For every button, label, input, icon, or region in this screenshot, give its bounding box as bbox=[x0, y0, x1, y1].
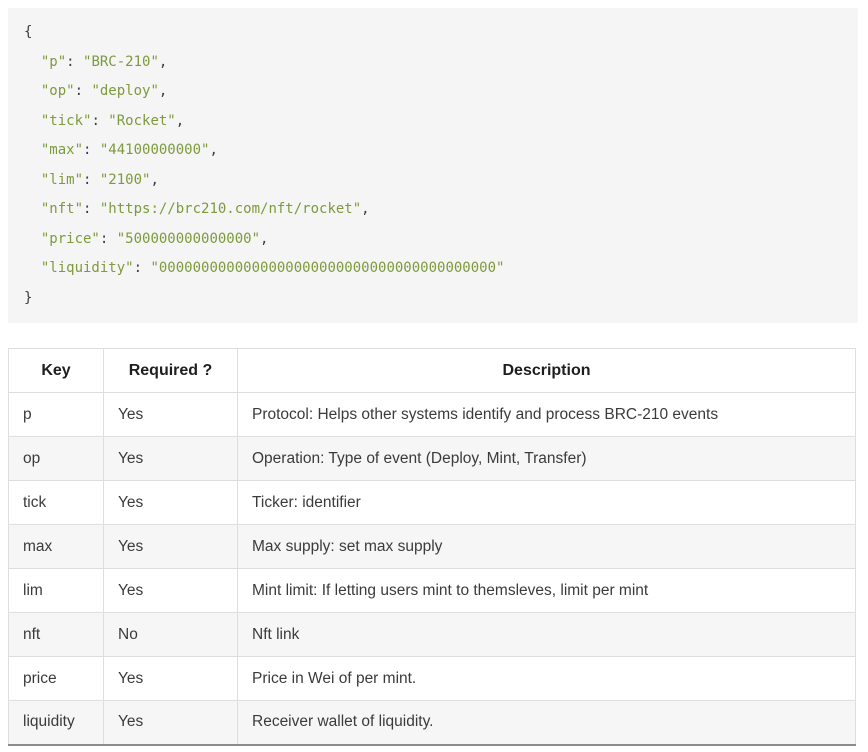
key-cell: max bbox=[9, 525, 104, 569]
key-cell: lim bbox=[9, 569, 104, 613]
description-cell: Receiver wallet of liquidity. bbox=[238, 701, 856, 745]
json-colon: : bbox=[75, 83, 92, 99]
key-cell: price bbox=[9, 657, 104, 701]
json-line-lim: "lim": "2100", bbox=[24, 172, 159, 188]
json-code-block: { "p": "BRC-210", "op": "deploy", "tick"… bbox=[8, 8, 858, 323]
required-cell: No bbox=[104, 613, 238, 657]
key-cell: p bbox=[9, 393, 104, 437]
key-cell: op bbox=[9, 437, 104, 481]
json-value: "44100000000" bbox=[100, 142, 210, 158]
json-line-op: "op": "deploy", bbox=[24, 83, 167, 99]
json-key: "max" bbox=[41, 142, 83, 158]
json-colon: : bbox=[83, 201, 100, 217]
json-colon: : bbox=[83, 172, 100, 188]
table-row-op: opYesOperation: Type of event (Deploy, M… bbox=[9, 437, 856, 481]
table-row-lim: limYesMint limit: If letting users mint … bbox=[9, 569, 856, 613]
json-code-lines: "p": "BRC-210", "op": "deploy", "tick": … bbox=[24, 54, 504, 277]
json-line-p: "p": "BRC-210", bbox=[24, 54, 167, 70]
header-cell-key: Key bbox=[9, 349, 104, 393]
table-row-price: priceYesPrice in Wei of per mint. bbox=[9, 657, 856, 701]
description-cell: Operation: Type of event (Deploy, Mint, … bbox=[238, 437, 856, 481]
fields-table-head: Key Required ? Description bbox=[9, 349, 856, 393]
json-line-max: "max": "44100000000", bbox=[24, 142, 218, 158]
json-comma: , bbox=[176, 113, 184, 129]
json-value: "Rocket" bbox=[108, 113, 175, 129]
json-comma: , bbox=[159, 54, 167, 70]
description-cell: Price in Wei of per mint. bbox=[238, 657, 856, 701]
required-cell: Yes bbox=[104, 657, 238, 701]
key-cell: nft bbox=[9, 613, 104, 657]
description-cell: Max supply: set max supply bbox=[238, 525, 856, 569]
header-cell-required: Required ? bbox=[104, 349, 238, 393]
required-cell: Yes bbox=[104, 701, 238, 745]
table-row-max: maxYesMax supply: set max supply bbox=[9, 525, 856, 569]
json-key: "nft" bbox=[41, 201, 83, 217]
json-close-brace: } bbox=[24, 290, 32, 306]
json-key: "liquidity" bbox=[41, 260, 134, 276]
description-cell: Ticker: identifier bbox=[238, 481, 856, 525]
json-value: "2100" bbox=[100, 172, 151, 188]
json-comma: , bbox=[361, 201, 369, 217]
fields-table: Key Required ? Description pYesProtocol:… bbox=[8, 348, 856, 746]
required-cell: Yes bbox=[104, 569, 238, 613]
json-comma: , bbox=[159, 83, 167, 99]
description-cell: Mint limit: If letting users mint to the… bbox=[238, 569, 856, 613]
required-cell: Yes bbox=[104, 393, 238, 437]
json-value: "deploy" bbox=[91, 83, 158, 99]
json-line-tick: "tick": "Rocket", bbox=[24, 113, 184, 129]
json-comma: , bbox=[150, 172, 158, 188]
table-row-p: pYesProtocol: Helps other systems identi… bbox=[9, 393, 856, 437]
json-line-nft: "nft": "https://brc210.com/nft/rocket", bbox=[24, 201, 370, 217]
fields-table-body: pYesProtocol: Helps other systems identi… bbox=[9, 393, 856, 745]
header-cell-description: Description bbox=[238, 349, 856, 393]
table-row-tick: tickYesTicker: identifier bbox=[9, 481, 856, 525]
json-colon: : bbox=[134, 260, 151, 276]
required-cell: Yes bbox=[104, 437, 238, 481]
table-row-liquidity: liquidityYesReceiver wallet of liquidity… bbox=[9, 701, 856, 745]
table-row-nft: nftNoNft link bbox=[9, 613, 856, 657]
json-key: "tick" bbox=[41, 113, 92, 129]
json-colon: : bbox=[66, 54, 83, 70]
json-key: "p" bbox=[41, 54, 66, 70]
json-open-brace: { bbox=[24, 24, 32, 40]
header-row: Key Required ? Description bbox=[9, 349, 856, 393]
json-line-price: "price": "500000000000000", bbox=[24, 231, 268, 247]
description-cell: Protocol: Helps other systems identify a… bbox=[238, 393, 856, 437]
docs-page: { "p": "BRC-210", "op": "deploy", "tick"… bbox=[0, 0, 868, 752]
description-cell: Nft link bbox=[238, 613, 856, 657]
json-comma: , bbox=[209, 142, 217, 158]
json-key: "lim" bbox=[41, 172, 83, 188]
json-value: "000000000000000000000000000000000000000… bbox=[150, 260, 504, 276]
json-key: "op" bbox=[41, 83, 75, 99]
json-colon: : bbox=[83, 142, 100, 158]
required-cell: Yes bbox=[104, 481, 238, 525]
json-value: "500000000000000" bbox=[117, 231, 260, 247]
key-cell: tick bbox=[9, 481, 104, 525]
json-value: "BRC-210" bbox=[83, 54, 159, 70]
json-line-liquidity: "liquidity": "00000000000000000000000000… bbox=[24, 260, 504, 276]
json-colon: : bbox=[100, 231, 117, 247]
json-colon: : bbox=[91, 113, 108, 129]
json-key: "price" bbox=[41, 231, 100, 247]
json-comma: , bbox=[260, 231, 268, 247]
key-cell: liquidity bbox=[9, 701, 104, 745]
required-cell: Yes bbox=[104, 525, 238, 569]
json-value: "https://brc210.com/nft/rocket" bbox=[100, 201, 361, 217]
